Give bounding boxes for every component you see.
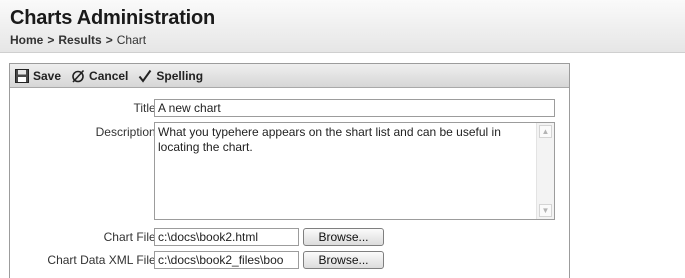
description-textarea[interactable]: What you typehere appears on the shart l… [154,122,555,220]
chart-data-xml-browse-button[interactable]: Browse... [303,251,384,269]
cancel-icon [72,69,85,83]
save-label: Save [33,68,62,83]
cancel-button[interactable]: Cancel [71,69,128,83]
description-label: Description: [95,125,159,139]
page-header: Charts Administration Home > Results > Chart [0,0,685,53]
breadcrumb-separator: > [47,33,55,47]
checkmark-icon [139,69,152,83]
description-scrollbar[interactable]: ▲ ▼ [536,123,554,219]
chart-file-label: Chart File: [103,230,159,244]
spelling-button[interactable]: Spelling [138,69,203,83]
page-title: Charts Administration [10,7,216,29]
cancel-label: Cancel [89,68,129,83]
scroll-up-icon[interactable]: ▲ [539,125,552,138]
spelling-label: Spelling [156,68,204,83]
breadcrumb-current: Chart [116,33,147,47]
chart-file-browse-button[interactable]: Browse... [303,228,384,246]
chart-data-xml-label: Chart Data XML File: [47,253,159,267]
save-button[interactable]: Save [15,68,62,83]
description-text: What you typehere appears on the shart l… [158,125,501,154]
title-input[interactable]: A new chart [154,99,555,117]
chart-edit-panel: Save Cancel Spelling Title: A new chart … [9,63,570,278]
breadcrumb-separator: > [105,33,113,47]
floppy-disk-icon [15,68,29,83]
scroll-down-icon[interactable]: ▼ [539,204,552,217]
chart-data-xml-input[interactable]: c:\docs\book2_files\boo [154,251,299,269]
toolbar: Save Cancel Spelling [10,64,569,88]
breadcrumb-home[interactable]: Home [10,33,43,47]
breadcrumb-results[interactable]: Results [58,33,101,47]
breadcrumb: Home > Results > Chart [10,33,146,47]
chart-file-input[interactable]: c:\docs\book2.html [154,228,299,246]
